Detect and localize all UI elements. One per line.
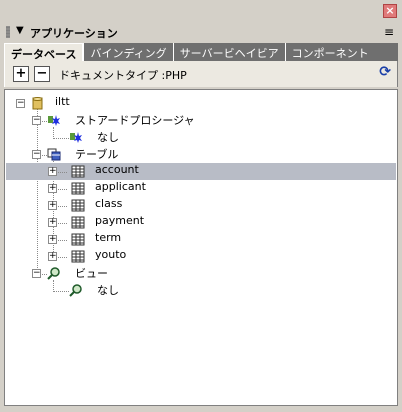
tree-line [53, 291, 69, 292]
collapse-toggle[interactable]: − [32, 150, 41, 159]
grip-icon[interactable] [6, 26, 10, 38]
database-icon [32, 97, 43, 110]
table-icon [71, 182, 85, 195]
collapse-toggle[interactable]: − [32, 116, 41, 125]
tab-database[interactable]: データベース [4, 43, 84, 61]
tree-node-views[interactable]: ビュー [75, 265, 108, 281]
remove-button[interactable]: − [34, 66, 50, 82]
tab-server-behaviors[interactable]: サーバービヘイビア [172, 43, 285, 61]
tree-line [37, 108, 38, 276]
expand-toggle[interactable]: + [48, 252, 57, 261]
expand-toggle[interactable]: + [48, 201, 57, 210]
table-group-icon [47, 148, 61, 161]
panel-options-menu-icon[interactable]: ≡ [384, 25, 394, 39]
view-icon [69, 284, 82, 297]
tree-node-table[interactable]: youto [95, 248, 126, 261]
tab-components[interactable]: コンポーネント [284, 43, 375, 61]
tree-node-views-none[interactable]: なし [97, 282, 119, 298]
panel-title: アプリケーション [30, 27, 118, 40]
expand-toggle[interactable]: + [48, 218, 57, 227]
close-icon[interactable]: × [383, 4, 397, 18]
panel-header[interactable]: ▼ アプリケーション ≡ [0, 22, 402, 42]
tree-node-stored-procedures-none[interactable]: なし [97, 129, 119, 145]
tree-line [53, 138, 69, 139]
view-icon [47, 267, 60, 280]
table-icon [71, 165, 85, 178]
tree-node-stored-procedures[interactable]: ストアードプロシージャ [75, 112, 195, 128]
tree-node-root[interactable]: iltt [55, 95, 70, 108]
table-icon [71, 216, 85, 229]
refresh-icon[interactable]: ⟳ [379, 64, 391, 80]
tree-node-table[interactable]: applicant [95, 180, 146, 193]
toolbar: + − ドキュメントタイプ :PHP ⟳ [4, 61, 398, 87]
tab-bar: データベース バインディング サーバービヘイビア コンポーネント [4, 42, 398, 61]
tree-node-table[interactable]: payment [95, 214, 144, 227]
expand-toggle[interactable]: + [48, 167, 57, 176]
table-icon [71, 250, 85, 263]
collapse-toggle[interactable]: − [16, 99, 25, 108]
expand-toggle[interactable]: + [48, 184, 57, 193]
tree-node-table[interactable]: account [95, 163, 139, 176]
collapse-arrow-icon[interactable]: ▼ [16, 25, 24, 36]
tab-bindings[interactable]: バインディング [83, 43, 172, 61]
add-button[interactable]: + [13, 66, 29, 82]
stored-procedure-icon [70, 132, 82, 143]
tree-node-table[interactable]: term [95, 231, 121, 244]
database-tree[interactable]: − iltt − ストアードプロシージャ なし − テーブル + account… [4, 89, 398, 406]
table-icon [71, 233, 85, 246]
tree-node-tables[interactable]: テーブル [75, 146, 118, 162]
collapse-toggle[interactable]: − [32, 269, 41, 278]
expand-toggle[interactable]: + [48, 235, 57, 244]
document-type-label: ドキュメントタイプ :PHP [59, 69, 187, 82]
stored-procedure-icon [48, 115, 60, 126]
table-icon [71, 199, 85, 212]
window-titlebar: × [0, 0, 402, 22]
tree-node-table[interactable]: class [95, 197, 122, 210]
